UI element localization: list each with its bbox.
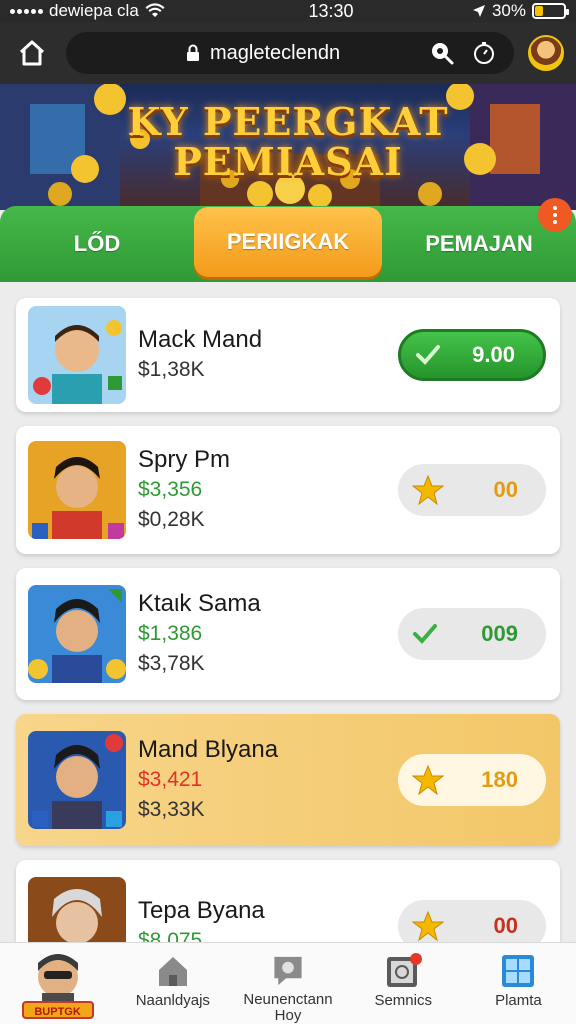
game-banner: KY PEERGKAT PEMIASAI — [0, 84, 576, 210]
status-bar: dewiepa cla 13:30 30% — [0, 0, 576, 22]
check-icon — [413, 624, 437, 644]
nav-label: Plamta — [495, 992, 542, 1009]
browser-bar: magleteclendn — [0, 22, 576, 84]
player-name: Tepa Byana — [138, 897, 265, 924]
tab-lod[interactable]: LŐD — [0, 231, 194, 257]
player-name: Spry Pm — [138, 446, 231, 473]
timer-button[interactable] — [468, 37, 500, 69]
banner-title-line1: KY PEERGKAT — [127, 99, 449, 144]
player-name: Mand Blyana — [138, 736, 279, 763]
carrier-name: dewiepa cla — [49, 1, 139, 20]
check-icon — [416, 345, 440, 365]
search-button[interactable] — [426, 37, 458, 69]
game-logo: BUPTGK — [21, 949, 94, 1019]
battery-percent: 30% — [491, 1, 526, 20]
nav-logo[interactable]: BUPTGK — [0, 943, 115, 1024]
player-info: Spry Pm $3,356 $0,28K — [126, 445, 398, 535]
battery-fill — [535, 6, 544, 16]
player-avatar — [28, 877, 126, 942]
tab-bar: LŐD PERIIGKAK PEMAJAN — [0, 206, 576, 282]
grid-icon — [502, 955, 535, 987]
profile-avatar[interactable] — [528, 35, 564, 71]
player-info: Tepa Byana $8,075 — [126, 896, 398, 942]
player-earnings: $3,421 — [138, 768, 203, 791]
url-bar[interactable]: magleteclendn — [66, 32, 514, 74]
star-icon — [412, 475, 444, 505]
list-item[interactable]: Mack Mand $1,38K 9.00 — [16, 298, 560, 412]
tab-pemajan[interactable]: PEMAJAN — [382, 231, 576, 257]
more-options-button[interactable] — [538, 198, 572, 232]
list-item[interactable]: Ktaιk Sama $1,386 $3,78K 009 — [16, 568, 560, 700]
nav-item-services[interactable]: Semnics — [346, 943, 461, 1024]
action-value: 009 — [481, 621, 518, 646]
player-avatar — [28, 731, 126, 829]
location-arrow-icon — [472, 5, 485, 17]
player-avatar — [28, 306, 126, 404]
claim-button[interactable]: 009 — [398, 608, 546, 660]
player-earnings: $1,386 — [138, 622, 203, 645]
player-name: Ktaιk Sama — [138, 590, 261, 617]
list-item[interactable]: Spry Pm $3,356 $0,28K 00 — [16, 426, 560, 554]
player-info: Mand Blyana $3,421 $3,33K — [126, 735, 398, 825]
battery-icon — [532, 3, 569, 19]
player-earnings: $8,075 — [138, 929, 203, 942]
url-text: magleteclendn — [210, 41, 341, 64]
player-total: $1,38K — [138, 358, 205, 381]
reward-button[interactable]: 00 — [398, 900, 546, 942]
nav-label: Naanldyajs — [135, 992, 210, 1009]
list-item[interactable]: Tepa Byana $8,075 00 — [16, 860, 560, 942]
player-avatar — [28, 585, 126, 683]
player-total: $3,78K — [138, 652, 205, 675]
search-icon — [432, 43, 454, 65]
banner-title: KY PEERGKAT PEMIASAI — [0, 102, 576, 182]
claim-button[interactable]: 9.00 — [398, 329, 546, 381]
player-name: Mack Mand — [138, 326, 263, 353]
chat-icon — [274, 956, 302, 986]
action-value: 180 — [481, 767, 518, 792]
signal-icon — [10, 8, 43, 14]
list-item-highlighted[interactable]: Mand Blyana $3,421 $3,33K 180 — [16, 714, 560, 846]
home-button[interactable] — [12, 33, 52, 73]
nav-item-grid[interactable]: Plamta — [461, 943, 576, 1024]
player-earnings: $3,356 — [138, 478, 203, 501]
star-icon — [412, 765, 444, 795]
nav-label: Neunenctann Hoy — [243, 991, 333, 1024]
player-total: $0,28K — [138, 508, 205, 531]
action-value: 9.00 — [472, 342, 515, 367]
nav-item-home[interactable]: Naanldyajs — [115, 943, 230, 1024]
player-list: Mack Mand $1,38K 9.00 Spry Pm $3,356 $0,… — [0, 282, 576, 942]
reward-button[interactable]: 00 — [398, 464, 546, 516]
nav-item-messages[interactable]: Neunenctann Hoy — [230, 943, 345, 1024]
player-info: Ktaιk Sama $1,386 $3,78K — [126, 589, 398, 679]
wifi-icon — [145, 3, 165, 18]
status-time: 13:30 — [308, 0, 354, 21]
clipboard-icon — [387, 953, 423, 987]
action-value: 00 — [493, 477, 518, 502]
tab-periigkak[interactable]: PERIIGKAK — [194, 207, 382, 277]
star-icon — [412, 911, 444, 941]
player-total: $3,33K — [138, 798, 205, 821]
status-right: 30% — [472, 1, 569, 21]
timer-icon — [474, 42, 494, 64]
player-avatar — [28, 441, 126, 539]
house-icon — [158, 957, 187, 986]
player-info: Mack Mand $1,38K — [126, 325, 398, 385]
nav-label: Semnics — [374, 992, 432, 1009]
lock-icon — [187, 44, 199, 61]
reward-button[interactable]: 180 — [398, 754, 546, 806]
action-value: 00 — [493, 913, 518, 938]
logo-label: BUPTGK — [21, 1001, 94, 1019]
home-icon — [19, 40, 45, 66]
banner-title-line2: PEMIASAI — [173, 139, 403, 184]
bottom-nav: BUPTGK Naanldyajs Neunenctann Hoy Semnic… — [0, 942, 576, 1024]
